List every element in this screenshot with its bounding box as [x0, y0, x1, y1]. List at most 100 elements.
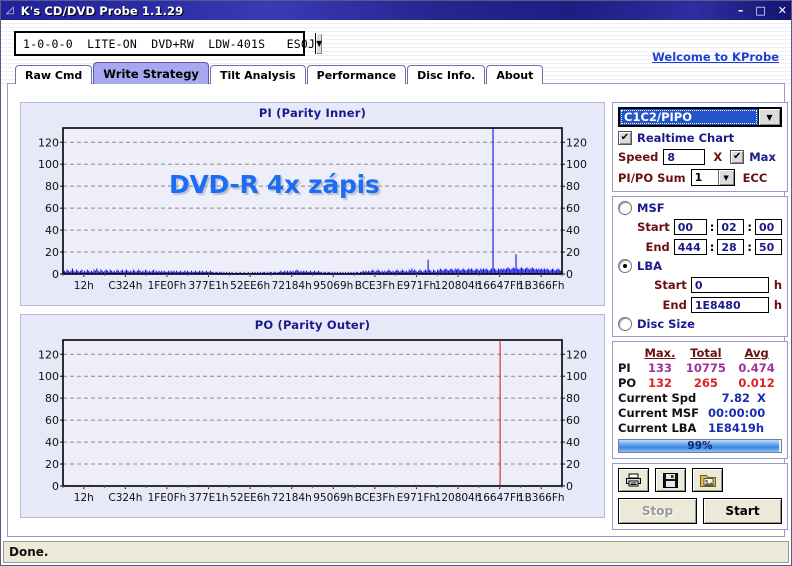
svg-text:40: 40 [45, 436, 59, 449]
pi-plot-svg: 0 0 20 20 40 40 60 60 80 80 100 100 120 120 12h C324h 1F… [38, 127, 587, 292]
msf-end-row: End 444 : 28 : 50 [618, 239, 782, 255]
svg-text:72184h: 72184h [272, 492, 312, 504]
actions-group: Stop Start [612, 463, 788, 530]
lba-end-row: End 1E8480 h [618, 297, 782, 313]
current-speed-label: Current Spd [618, 391, 697, 405]
minimize-button[interactable]: – [738, 5, 744, 16]
svg-text:20: 20 [566, 246, 580, 259]
stats-pi-avg: 0.474 [738, 361, 775, 375]
welcome-link[interactable]: Welcome to KProbe [652, 50, 779, 64]
realtime-chart-checkbox[interactable]: ✔ [618, 131, 632, 145]
tab-raw-cmd[interactable]: Raw Cmd [15, 65, 93, 84]
lba-label: LBA [637, 259, 662, 273]
po-plot-svg: 0 0 20 20 40 40 60 60 80 80 100 100 120 120 12h C324h 1F… [38, 339, 587, 504]
svg-text:60: 60 [566, 202, 580, 215]
realtime-chart-label: Realtime Chart [637, 131, 735, 145]
current-speed-value: 7.82 [721, 391, 750, 405]
msf-start-row: Start 00 : 02 : 00 [618, 219, 782, 235]
control-panel: C1C2/PIPO ▼ ✔ Realtime Chart Speed 8 X ✔… [612, 102, 788, 530]
save-button[interactable] [655, 468, 686, 492]
msf-start-frames[interactable]: 00 [755, 219, 782, 235]
progress-bar-label: 99% [687, 440, 713, 452]
close-button[interactable]: ✕ [778, 5, 787, 16]
svg-text:120: 120 [38, 136, 59, 149]
stats-po-name: PO [618, 376, 637, 390]
msf-colon: : [747, 240, 752, 254]
po-chart-title: PO (Parity Outer) [254, 318, 371, 332]
speed-row: Speed 8 X ✔ Max [618, 149, 782, 165]
msf-radio[interactable] [618, 201, 632, 215]
msf-label: MSF [637, 201, 665, 215]
msf-end-frames[interactable]: 50 [755, 239, 782, 255]
svg-text:16647Fh: 16647Fh [477, 280, 523, 292]
msf-colon: : [747, 220, 752, 234]
stats-pi-total: 10775 [685, 361, 726, 375]
statistics-group: Max. Total Avg PI 133 10775 0.474 PO 132… [612, 341, 788, 459]
current-lba-value: 1E8419h [708, 421, 765, 435]
svg-text:60: 60 [45, 202, 59, 215]
disc-size-label: Disc Size [637, 317, 695, 331]
tab-about[interactable]: About [486, 65, 544, 84]
current-msf-row: Current MSF 00:00:00 [618, 406, 782, 420]
stop-button[interactable]: Stop [618, 498, 697, 524]
svg-text:377E1h: 377E1h [189, 492, 229, 504]
svg-text:100: 100 [38, 158, 59, 171]
status-bar: Done. [3, 541, 789, 563]
stats-header-row: Max. Total Avg [618, 346, 782, 360]
realtime-chart-row: ✔ Realtime Chart [618, 131, 782, 145]
current-speed-unit: X [757, 391, 766, 405]
svg-text:60: 60 [45, 414, 59, 427]
application-window: ◿ K's CD/DVD Probe 1.1.29 – □ ✕ 1-0-0-0 … [0, 0, 792, 566]
speed-unit-label: X [713, 150, 723, 164]
chevron-down-icon[interactable]: ▼ [717, 170, 734, 185]
svg-text:E971Fh: E971Fh [397, 492, 436, 504]
current-msf-label: Current MSF [618, 406, 700, 420]
scan-mode-select[interactable]: C1C2/PIPO ▼ [618, 107, 782, 127]
svg-text:80: 80 [45, 180, 59, 193]
tab-tilt-analysis[interactable]: Tilt Analysis [209, 65, 306, 84]
maximize-button[interactable]: □ [755, 5, 765, 16]
lba-end-input[interactable]: 1E8480 [690, 297, 769, 313]
po-chart-panel: PO (Parity Outer) 0 0 20 20 40 40 60 60 80 80 100 1… [20, 314, 605, 518]
icon-button-bar [618, 468, 782, 492]
msf-end-seconds[interactable]: 28 [717, 239, 745, 255]
print-button[interactable] [618, 468, 649, 492]
current-lba-row: Current LBA 1E8419h [618, 421, 782, 435]
stats-header-avg: Avg [744, 346, 769, 360]
run-button-bar: Stop Start [618, 498, 782, 524]
current-msf-value: 00:00:00 [708, 406, 766, 420]
msf-start-seconds[interactable]: 02 [717, 219, 745, 235]
pi-chart-title: PI (Parity Inner) [258, 106, 367, 120]
max-speed-checkbox[interactable]: ✔ [730, 150, 745, 164]
tab-performance[interactable]: Performance [306, 65, 407, 84]
disc-size-radio[interactable] [618, 317, 632, 331]
stats-pi-name: PI [618, 361, 631, 375]
window-buttons: – □ ✕ [738, 1, 787, 20]
svg-text:12h: 12h [74, 492, 94, 504]
msf-start-minutes[interactable]: 00 [673, 219, 707, 235]
msf-radio-row[interactable]: MSF [618, 201, 782, 215]
stats-header-max: Max. [644, 346, 676, 360]
chevron-down-icon[interactable]: ▼ [758, 109, 780, 125]
tab-write-strategy[interactable]: Write Strategy [93, 62, 209, 84]
chevron-down-icon[interactable]: ▼ [315, 33, 323, 54]
disc-size-row[interactable]: Disc Size [618, 317, 782, 331]
svg-text:40: 40 [45, 224, 59, 237]
pipo-sum-select[interactable]: 1 ▼ [690, 169, 735, 186]
image-export-icon [699, 475, 716, 487]
export-image-button[interactable] [692, 468, 723, 492]
lba-start-input[interactable]: 0 [690, 277, 769, 293]
start-button[interactable]: Start [703, 498, 782, 524]
lba-radio[interactable] [618, 259, 632, 273]
drive-select[interactable]: 1-0-0-0 LITE-ON DVD+RW LDW-401S ES0J ▼ [14, 31, 323, 56]
pipo-sum-row: PI/PO Sum 1 ▼ ECC [618, 169, 782, 186]
pipo-sum-value: 1 [694, 171, 703, 184]
msf-end-minutes[interactable]: 444 [673, 239, 707, 255]
ecc-label: ECC [742, 170, 768, 185]
speed-input[interactable]: 8 [663, 149, 706, 165]
svg-text:120804h: 120804h [435, 280, 482, 292]
lba-radio-row[interactable]: LBA [618, 259, 782, 273]
tab-disc-info[interactable]: Disc Info. [407, 65, 486, 84]
svg-text:52EE6h: 52EE6h [230, 280, 270, 292]
svg-text:BCE3Fh: BCE3Fh [355, 280, 395, 292]
